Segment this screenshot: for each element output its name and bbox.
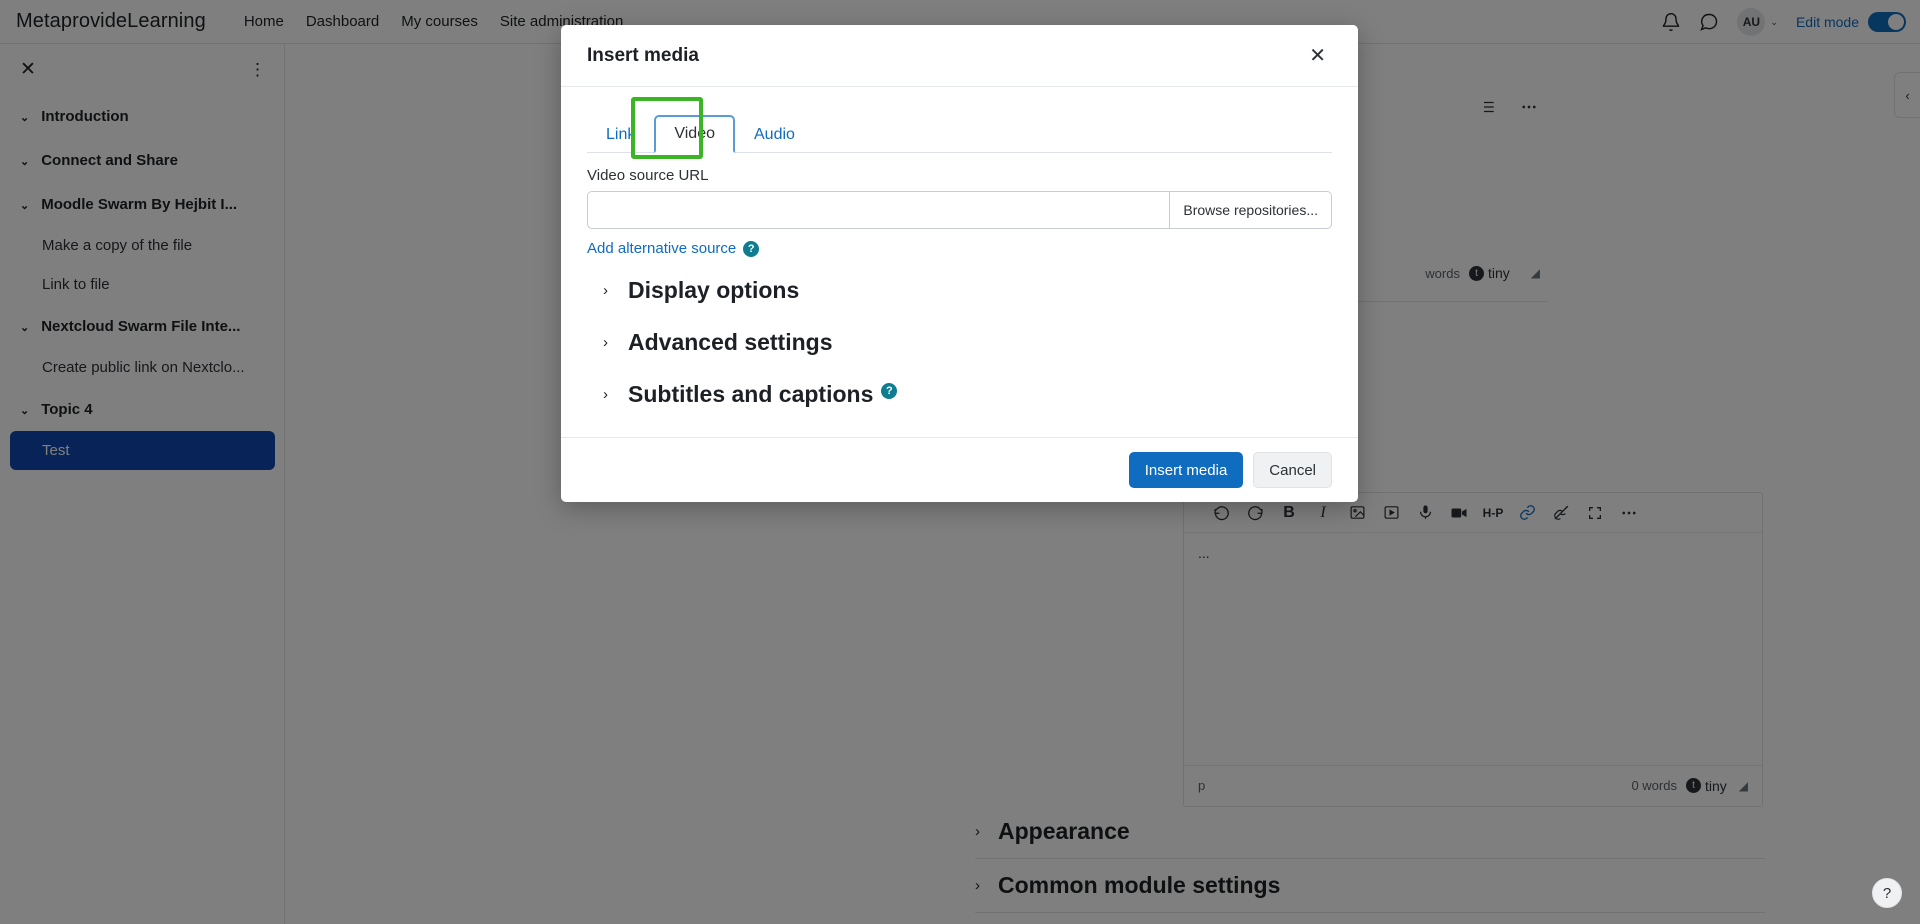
dialog-body: Link Video Audio Video source URL Browse… xyxy=(561,87,1358,437)
insert-media-button[interactable]: Insert media xyxy=(1129,452,1244,488)
video-source-url-row: Browse repositories... xyxy=(587,191,1332,229)
collapsible-display-options[interactable]: › Display options xyxy=(603,271,1332,309)
cancel-button[interactable]: Cancel xyxy=(1253,452,1332,488)
video-source-url-label: Video source URL xyxy=(587,167,1332,184)
add-alternative-source-row: Add alternative source ? xyxy=(587,240,1332,257)
dialog-header: Insert media ✕ xyxy=(561,25,1358,87)
chevron-right-icon: › xyxy=(603,282,608,299)
dialog-title: Insert media xyxy=(587,45,1303,67)
tab-link[interactable]: Link xyxy=(587,117,654,153)
collapsible-title: Advanced settings xyxy=(628,329,833,356)
insert-media-dialog: Insert media ✕ Link Video Audio Video so… xyxy=(561,25,1358,502)
video-source-url-input[interactable] xyxy=(587,191,1170,229)
collapsible-title: Display options xyxy=(628,277,799,304)
dialog-footer: Insert media Cancel xyxy=(561,437,1358,502)
collapsible-subtitles-and-captions[interactable]: › Subtitles and captions ? xyxy=(603,375,1332,413)
chevron-right-icon: › xyxy=(603,386,608,403)
help-floating-button[interactable]: ? xyxy=(1872,878,1902,908)
help-icon[interactable]: ? xyxy=(743,241,759,257)
collapsible-advanced-settings[interactable]: › Advanced settings xyxy=(603,323,1332,361)
app-root: MetaprovideLearning Home Dashboard My co… xyxy=(0,0,1920,924)
tab-audio[interactable]: Audio xyxy=(735,117,814,153)
help-icon[interactable]: ? xyxy=(881,383,897,399)
close-icon[interactable]: ✕ xyxy=(1303,42,1332,70)
browse-repositories-button[interactable]: Browse repositories... xyxy=(1170,191,1332,229)
collapsible-title: Subtitles and captions xyxy=(628,381,873,408)
chevron-right-icon: › xyxy=(603,334,608,351)
add-alternative-source-link[interactable]: Add alternative source xyxy=(587,240,736,257)
tab-video[interactable]: Video xyxy=(654,115,735,153)
media-type-tabs: Link Video Audio xyxy=(587,103,1332,153)
